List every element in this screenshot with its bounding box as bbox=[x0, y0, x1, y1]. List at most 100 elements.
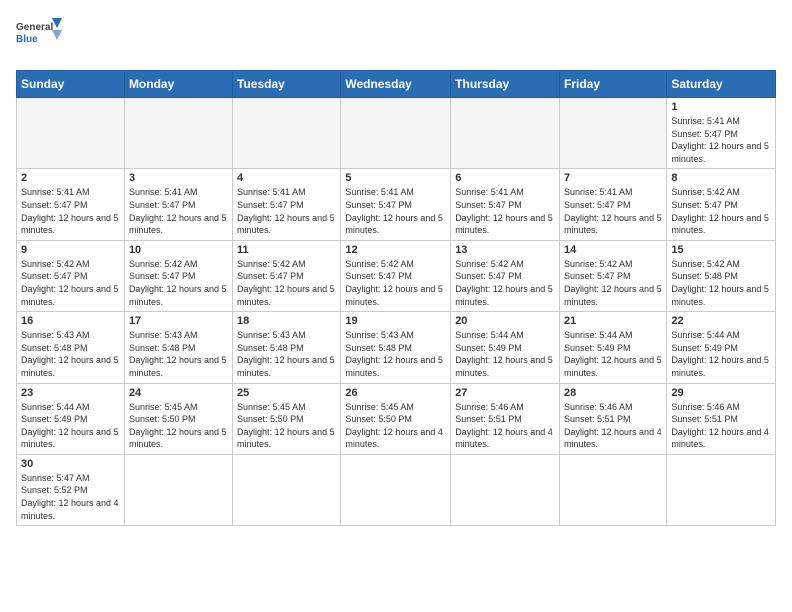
day-number: 16 bbox=[21, 315, 120, 327]
day-info: Sunrise: 5:41 AM Sunset: 5:47 PM Dayligh… bbox=[671, 115, 771, 165]
day-info: Sunrise: 5:44 AM Sunset: 5:49 PM Dayligh… bbox=[564, 329, 662, 379]
logo-svg: General Blue bbox=[16, 16, 66, 58]
day-number: 10 bbox=[129, 244, 228, 256]
day-number: 21 bbox=[564, 315, 662, 327]
day-number: 8 bbox=[671, 172, 771, 184]
calendar-cell: 4 Sunrise: 5:41 AM Sunset: 5:47 PM Daylig… bbox=[233, 169, 341, 240]
day-info: Sunrise: 5:46 AM Sunset: 5:51 PM Dayligh… bbox=[671, 401, 771, 451]
weekday-header: Thursday bbox=[451, 71, 560, 98]
day-info: Sunrise: 5:42 AM Sunset: 5:47 PM Dayligh… bbox=[455, 258, 555, 308]
calendar-cell: 15 Sunrise: 5:42 AM Sunset: 5:48 PM Dayli… bbox=[667, 240, 776, 311]
day-info: Sunrise: 5:42 AM Sunset: 5:47 PM Dayligh… bbox=[671, 186, 771, 236]
calendar-cell: 28Sunrise: 5:46 AM Sunset: 5:51 PM Dayli… bbox=[560, 383, 667, 454]
calendar-cell bbox=[341, 454, 451, 525]
calendar-cell: 20 Sunrise: 5:44 AM Sunset: 5:49 PM Dayli… bbox=[451, 312, 560, 383]
day-info: Sunrise: 5:41 AM Sunset: 5:47 PM Dayligh… bbox=[129, 186, 228, 236]
day-info: Sunrise: 5:44 AM Sunset: 5:49 PM Dayligh… bbox=[21, 401, 120, 451]
day-info: Sunrise: 5:42 AM Sunset: 5:47 PM Dayligh… bbox=[129, 258, 228, 308]
svg-text:Blue: Blue bbox=[16, 34, 38, 45]
calendar-cell: 12Sunrise: 5:42 AM Sunset: 5:47 PM Dayli… bbox=[341, 240, 451, 311]
day-number: 15 bbox=[671, 244, 771, 256]
calendar-cell: 17Sunrise: 5:43 AM Sunset: 5:48 PM Dayli… bbox=[124, 312, 232, 383]
day-number: 29 bbox=[671, 387, 771, 399]
calendar-cell: 26Sunrise: 5:45 AM Sunset: 5:50 PM Dayli… bbox=[341, 383, 451, 454]
calendar-week-row: 1 Sunrise: 5:41 AM Sunset: 5:47 PM Daylig… bbox=[17, 98, 776, 169]
day-info: Sunrise: 5:45 AM Sunset: 5:50 PM Dayligh… bbox=[345, 401, 446, 451]
day-info: Sunrise: 5:42 AM Sunset: 5:47 PM Dayligh… bbox=[345, 258, 446, 308]
calendar-cell: 29 Sunrise: 5:46 AM Sunset: 5:51 PM Dayli… bbox=[667, 383, 776, 454]
weekday-header: Saturday bbox=[667, 71, 776, 98]
day-info: Sunrise: 5:41 AM Sunset: 5:47 PM Dayligh… bbox=[345, 186, 446, 236]
calendar-cell: 16 Sunrise: 5:43 AM Sunset: 5:48 PM Dayli… bbox=[17, 312, 125, 383]
weekday-header: Sunday bbox=[17, 71, 125, 98]
calendar-cell: 25 Sunrise: 5:45 AM Sunset: 5:50 PM Dayli… bbox=[233, 383, 341, 454]
day-info: Sunrise: 5:42 AM Sunset: 5:47 PM Dayligh… bbox=[21, 258, 120, 308]
day-info: Sunrise: 5:46 AM Sunset: 5:51 PM Dayligh… bbox=[455, 401, 555, 451]
day-number: 5 bbox=[345, 172, 446, 184]
calendar-cell: 5 Sunrise: 5:41 AM Sunset: 5:47 PM Daylig… bbox=[341, 169, 451, 240]
day-number: 13 bbox=[455, 244, 555, 256]
calendar-cell: 7 Sunrise: 5:41 AM Sunset: 5:47 PM Daylig… bbox=[560, 169, 667, 240]
day-info: Sunrise: 5:42 AM Sunset: 5:47 PM Dayligh… bbox=[564, 258, 662, 308]
day-info: Sunrise: 5:47 AM Sunset: 5:52 PM Dayligh… bbox=[21, 472, 120, 522]
day-number: 14 bbox=[564, 244, 662, 256]
calendar-cell bbox=[451, 454, 560, 525]
day-info: Sunrise: 5:44 AM Sunset: 5:49 PM Dayligh… bbox=[671, 329, 771, 379]
day-number: 25 bbox=[237, 387, 336, 399]
day-number: 9 bbox=[21, 244, 120, 256]
weekday-header: Wednesday bbox=[341, 71, 451, 98]
day-number: 24 bbox=[129, 387, 228, 399]
day-number: 4 bbox=[237, 172, 336, 184]
svg-text:General: General bbox=[16, 22, 53, 33]
day-info: Sunrise: 5:43 AM Sunset: 5:48 PM Dayligh… bbox=[237, 329, 336, 379]
day-info: Sunrise: 5:43 AM Sunset: 5:48 PM Dayligh… bbox=[21, 329, 120, 379]
calendar-cell: 27 Sunrise: 5:46 AM Sunset: 5:51 PM Dayli… bbox=[451, 383, 560, 454]
day-info: Sunrise: 5:43 AM Sunset: 5:48 PM Dayligh… bbox=[129, 329, 228, 379]
calendar-cell: 13 Sunrise: 5:42 AM Sunset: 5:47 PM Dayli… bbox=[451, 240, 560, 311]
calendar-cell: 14 Sunrise: 5:42 AM Sunset: 5:47 PM Dayli… bbox=[560, 240, 667, 311]
day-info: Sunrise: 5:41 AM Sunset: 5:47 PM Dayligh… bbox=[237, 186, 336, 236]
calendar-cell bbox=[124, 454, 232, 525]
weekday-header-row: SundayMondayTuesdayWednesdayThursdayFrid… bbox=[17, 71, 776, 98]
calendar-cell bbox=[233, 98, 341, 169]
calendar-cell: 24 Sunrise: 5:45 AM Sunset: 5:50 PM Dayli… bbox=[124, 383, 232, 454]
day-number: 7 bbox=[564, 172, 662, 184]
calendar-cell: 8 Sunrise: 5:42 AM Sunset: 5:47 PM Daylig… bbox=[667, 169, 776, 240]
day-number: 20 bbox=[455, 315, 555, 327]
calendar-cell: 6Sunrise: 5:41 AM Sunset: 5:47 PM Daylig… bbox=[451, 169, 560, 240]
calendar-cell: 22 Sunrise: 5:44 AM Sunset: 5:49 PM Dayli… bbox=[667, 312, 776, 383]
day-number: 28 bbox=[564, 387, 662, 399]
calendar-cell: 3 Sunrise: 5:41 AM Sunset: 5:47 PM Daylig… bbox=[124, 169, 232, 240]
day-info: Sunrise: 5:41 AM Sunset: 5:47 PM Dayligh… bbox=[455, 186, 555, 236]
calendar-cell: 18 Sunrise: 5:43 AM Sunset: 5:48 PM Dayli… bbox=[233, 312, 341, 383]
day-info: Sunrise: 5:42 AM Sunset: 5:48 PM Dayligh… bbox=[671, 258, 771, 308]
calendar-cell bbox=[233, 454, 341, 525]
page-header: General Blue bbox=[16, 16, 776, 58]
calendar-week-row: 9 Sunrise: 5:42 AM Sunset: 5:47 PM Daylig… bbox=[17, 240, 776, 311]
calendar-cell: 2Sunrise: 5:41 AM Sunset: 5:47 PM Daylig… bbox=[17, 169, 125, 240]
logo: General Blue bbox=[16, 16, 66, 58]
calendar-cell: 9 Sunrise: 5:42 AM Sunset: 5:47 PM Daylig… bbox=[17, 240, 125, 311]
calendar-cell: 1 Sunrise: 5:41 AM Sunset: 5:47 PM Daylig… bbox=[667, 98, 776, 169]
calendar-cell: 10 Sunrise: 5:42 AM Sunset: 5:47 PM Dayli… bbox=[124, 240, 232, 311]
day-info: Sunrise: 5:45 AM Sunset: 5:50 PM Dayligh… bbox=[237, 401, 336, 451]
day-number: 30 bbox=[21, 458, 120, 470]
day-info: Sunrise: 5:45 AM Sunset: 5:50 PM Dayligh… bbox=[129, 401, 228, 451]
day-number: 18 bbox=[237, 315, 336, 327]
day-info: Sunrise: 5:41 AM Sunset: 5:47 PM Dayligh… bbox=[21, 186, 120, 236]
day-number: 3 bbox=[129, 172, 228, 184]
day-number: 11 bbox=[237, 244, 336, 256]
calendar-week-row: 2Sunrise: 5:41 AM Sunset: 5:47 PM Daylig… bbox=[17, 169, 776, 240]
day-info: Sunrise: 5:41 AM Sunset: 5:47 PM Dayligh… bbox=[564, 186, 662, 236]
day-info: Sunrise: 5:44 AM Sunset: 5:49 PM Dayligh… bbox=[455, 329, 555, 379]
day-number: 27 bbox=[455, 387, 555, 399]
day-number: 22 bbox=[671, 315, 771, 327]
calendar-cell bbox=[124, 98, 232, 169]
calendar-cell: 11Sunrise: 5:42 AM Sunset: 5:47 PM Dayli… bbox=[233, 240, 341, 311]
day-number: 1 bbox=[671, 101, 771, 113]
calendar-cell bbox=[560, 98, 667, 169]
calendar-cell bbox=[341, 98, 451, 169]
calendar-week-row: 30 Sunrise: 5:47 AM Sunset: 5:52 PM Dayli… bbox=[17, 454, 776, 525]
calendar-cell bbox=[17, 98, 125, 169]
calendar-cell: 19Sunrise: 5:43 AM Sunset: 5:48 PM Dayli… bbox=[341, 312, 451, 383]
